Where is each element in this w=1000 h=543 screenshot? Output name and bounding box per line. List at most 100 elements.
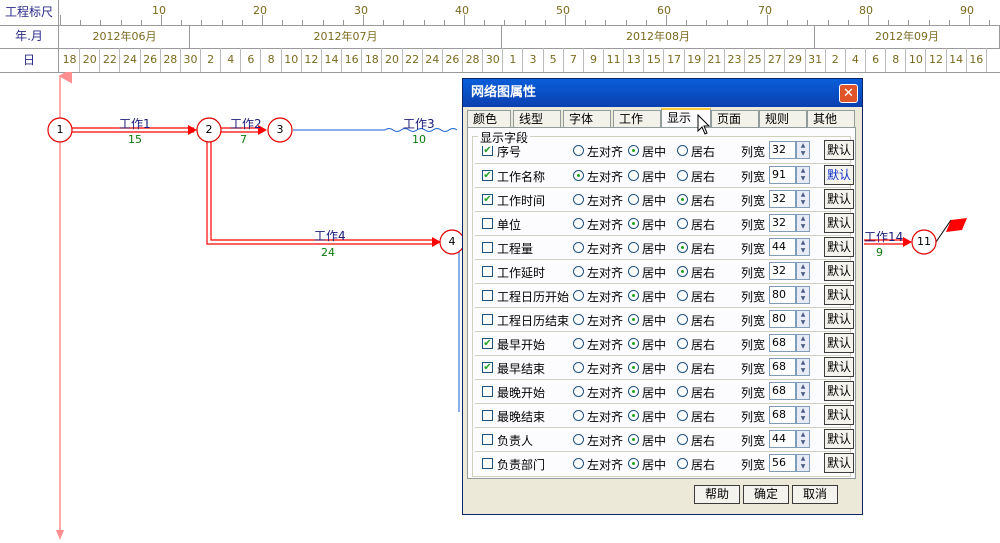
align-left-radio[interactable]: [573, 218, 584, 229]
cancel-button[interactable]: 取消: [792, 485, 838, 504]
align-center-radio[interactable]: [628, 194, 639, 205]
align-center-radio[interactable]: [628, 434, 639, 445]
align-right-radio[interactable]: [677, 410, 688, 421]
spin-up-icon[interactable]: ▲: [797, 239, 809, 247]
align-right-radio[interactable]: [677, 362, 688, 373]
column-width-spinner[interactable]: ▲ ▼: [796, 190, 810, 208]
spin-down-icon[interactable]: ▼: [797, 199, 809, 207]
align-left-radio[interactable]: [573, 194, 584, 205]
align-left-radio[interactable]: [573, 242, 584, 253]
column-width-spinner[interactable]: ▲ ▼: [796, 141, 810, 159]
align-left-radio[interactable]: [573, 386, 584, 397]
align-right-radio[interactable]: [677, 314, 688, 325]
align-left-radio[interactable]: [573, 434, 584, 445]
tab-font[interactable]: 字体: [563, 110, 611, 127]
align-right-radio[interactable]: [677, 338, 688, 349]
field-visible-checkbox[interactable]: ✔: [482, 194, 493, 205]
align-center-radio[interactable]: [628, 362, 639, 373]
spin-up-icon[interactable]: ▲: [797, 142, 809, 150]
field-visible-checkbox[interactable]: [482, 410, 493, 421]
align-center-radio[interactable]: [628, 242, 639, 253]
spin-down-icon[interactable]: ▼: [797, 247, 809, 255]
tab-other[interactable]: 其他: [807, 110, 855, 127]
default-button[interactable]: 默认: [824, 309, 854, 329]
spin-up-icon[interactable]: ▲: [797, 167, 809, 175]
align-right-radio[interactable]: [677, 218, 688, 229]
column-width-input[interactable]: 32: [769, 262, 796, 280]
default-button[interactable]: 默认: [824, 165, 854, 185]
field-visible-checkbox[interactable]: [482, 218, 493, 229]
align-right-radio[interactable]: [677, 458, 688, 469]
column-width-input[interactable]: 91: [769, 166, 796, 184]
spin-down-icon[interactable]: ▼: [797, 415, 809, 423]
column-width-input[interactable]: 32: [769, 214, 796, 232]
spin-up-icon[interactable]: ▲: [797, 215, 809, 223]
column-width-spinner[interactable]: ▲ ▼: [796, 214, 810, 232]
align-left-radio[interactable]: [573, 145, 584, 156]
align-left-radio[interactable]: [573, 266, 584, 277]
field-visible-checkbox[interactable]: [482, 458, 493, 469]
spin-down-icon[interactable]: ▼: [797, 223, 809, 231]
close-icon[interactable]: ✕: [839, 84, 858, 103]
default-button[interactable]: 默认: [824, 189, 854, 209]
help-button[interactable]: 帮助: [694, 485, 740, 504]
column-width-spinner[interactable]: ▲ ▼: [796, 382, 810, 400]
column-width-spinner[interactable]: ▲ ▼: [796, 238, 810, 256]
tab-line-style[interactable]: 线型: [513, 110, 561, 127]
spin-up-icon[interactable]: ▲: [797, 455, 809, 463]
align-left-radio[interactable]: [573, 170, 584, 181]
default-button[interactable]: 默认: [824, 285, 854, 305]
spin-up-icon[interactable]: ▲: [797, 335, 809, 343]
align-center-radio[interactable]: [628, 386, 639, 397]
align-right-radio[interactable]: [677, 434, 688, 445]
align-right-radio[interactable]: [677, 145, 688, 156]
tab-work[interactable]: 工作: [613, 110, 661, 127]
ok-button[interactable]: 确定: [743, 485, 789, 504]
field-visible-checkbox[interactable]: [482, 290, 493, 301]
column-width-spinner[interactable]: ▲ ▼: [796, 262, 810, 280]
default-button[interactable]: 默认: [824, 429, 854, 449]
default-button[interactable]: 默认: [824, 237, 854, 257]
align-center-radio[interactable]: [628, 170, 639, 181]
tab-rules[interactable]: 规则: [759, 110, 807, 127]
column-width-input[interactable]: 68: [769, 382, 796, 400]
column-width-input[interactable]: 68: [769, 358, 796, 376]
align-right-radio[interactable]: [677, 386, 688, 397]
align-center-radio[interactable]: [628, 458, 639, 469]
default-button[interactable]: 默认: [824, 140, 854, 160]
spin-down-icon[interactable]: ▼: [797, 295, 809, 303]
column-width-spinner[interactable]: ▲ ▼: [796, 310, 810, 328]
column-width-spinner[interactable]: ▲ ▼: [796, 454, 810, 472]
spin-down-icon[interactable]: ▼: [797, 391, 809, 399]
default-button[interactable]: 默认: [824, 333, 854, 353]
field-visible-checkbox[interactable]: [482, 434, 493, 445]
column-width-input[interactable]: 44: [769, 238, 796, 256]
field-visible-checkbox[interactable]: [482, 386, 493, 397]
column-width-input[interactable]: 80: [769, 286, 796, 304]
spin-up-icon[interactable]: ▲: [797, 287, 809, 295]
tab-page[interactable]: 页面: [711, 110, 759, 127]
field-visible-checkbox[interactable]: ✔: [482, 362, 493, 373]
column-width-spinner[interactable]: ▲ ▼: [796, 430, 810, 448]
align-center-radio[interactable]: [628, 410, 639, 421]
default-button[interactable]: 默认: [824, 453, 854, 473]
default-button[interactable]: 默认: [824, 213, 854, 233]
column-width-input[interactable]: 68: [769, 406, 796, 424]
default-button[interactable]: 默认: [824, 381, 854, 401]
align-left-radio[interactable]: [573, 410, 584, 421]
spin-up-icon[interactable]: ▲: [797, 311, 809, 319]
align-right-radio[interactable]: [677, 290, 688, 301]
spin-up-icon[interactable]: ▲: [797, 407, 809, 415]
column-width-spinner[interactable]: ▲ ▼: [796, 286, 810, 304]
spin-up-icon[interactable]: ▲: [797, 191, 809, 199]
field-visible-checkbox[interactable]: ✔: [482, 338, 493, 349]
column-width-input[interactable]: 44: [769, 430, 796, 448]
column-width-input[interactable]: 32: [769, 141, 796, 159]
align-right-radio[interactable]: [677, 194, 688, 205]
spin-down-icon[interactable]: ▼: [797, 463, 809, 471]
align-center-radio[interactable]: [628, 218, 639, 229]
column-width-spinner[interactable]: ▲ ▼: [796, 166, 810, 184]
align-right-radio[interactable]: [677, 266, 688, 277]
align-left-radio[interactable]: [573, 290, 584, 301]
field-visible-checkbox[interactable]: [482, 314, 493, 325]
